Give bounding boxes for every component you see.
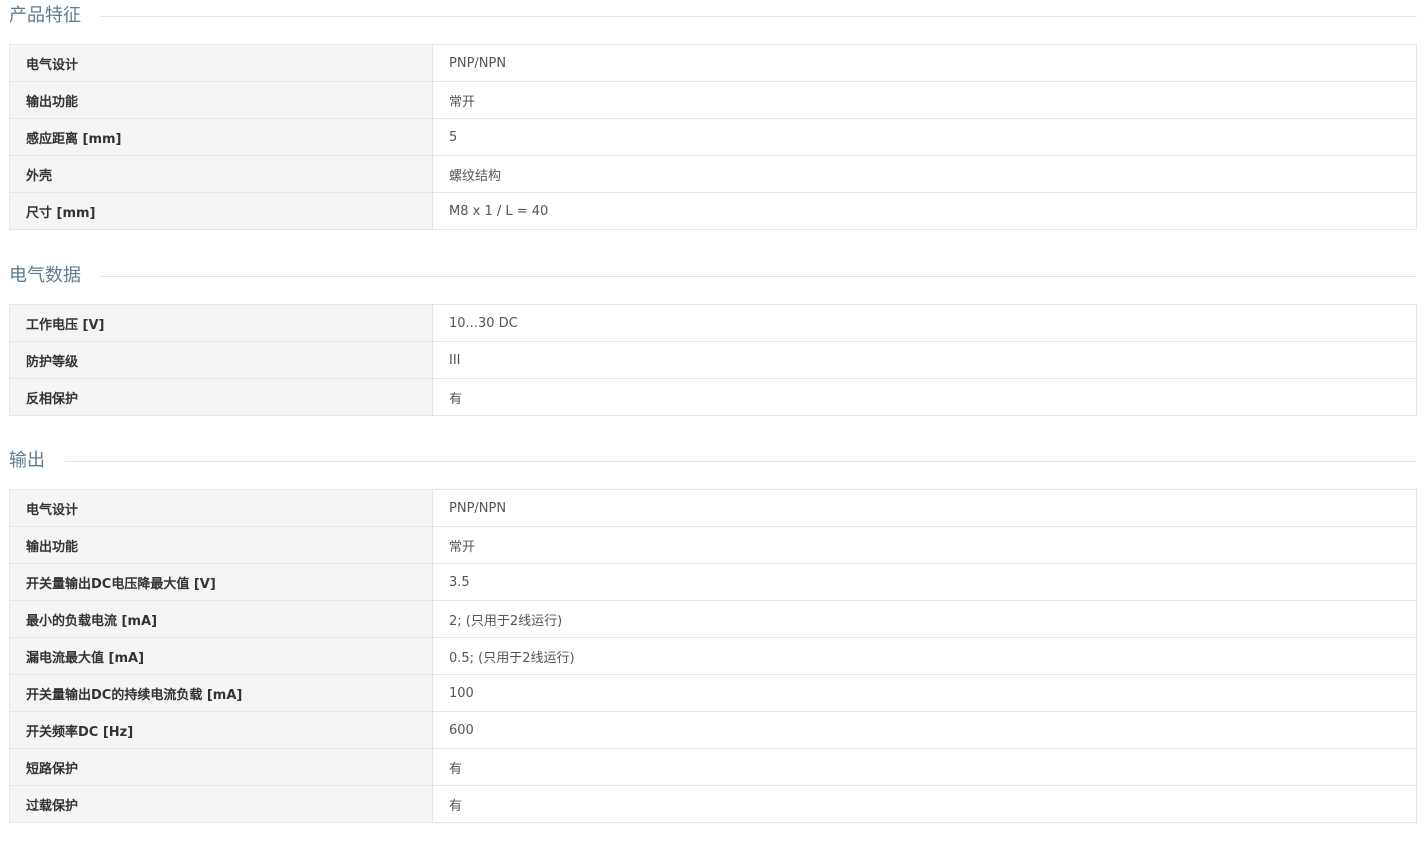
table-row: 电气设计 PNP/NPN xyxy=(9,44,1417,82)
spec-table: 电气设计 PNP/NPN 输出功能 常开 开关量输出DC电压降最大值 [V] 3… xyxy=(9,489,1417,823)
spec-value: 600 xyxy=(432,711,1417,749)
table-row: 开关频率DC [Hz] 600 xyxy=(9,711,1417,749)
spec-value: III xyxy=(432,341,1417,379)
table-row: 输出功能 常开 xyxy=(9,81,1417,119)
spec-table: 电气设计 PNP/NPN 输出功能 常开 感应距离 [mm] 5 外壳 螺纹结构… xyxy=(9,44,1417,230)
section-electrical-data: 电气数据 工作电压 [V] 10...30 DC 防护等级 III 反相保护 有 xyxy=(9,260,1417,416)
table-row: 电气设计 PNP/NPN xyxy=(9,489,1417,527)
section-divider xyxy=(9,16,1417,17)
spec-label: 尺寸 [mm] xyxy=(9,192,433,230)
spec-value: 2; (只用于2线运行) xyxy=(432,600,1417,638)
section-output: 输出 电气设计 PNP/NPN 输出功能 常开 开关量输出DC电压降最大值 [V… xyxy=(9,445,1417,823)
spec-label: 电气设计 xyxy=(9,489,433,527)
section-title: 输出 xyxy=(9,448,65,474)
spec-label: 输出功能 xyxy=(9,526,433,564)
spec-value: 螺纹结构 xyxy=(432,155,1417,193)
spec-label: 漏电流最大值 [mA] xyxy=(9,637,433,675)
section-header: 电气数据 xyxy=(9,260,1417,292)
spec-value: 有 xyxy=(432,785,1417,823)
section-product-features: 产品特征 电气设计 PNP/NPN 输出功能 常开 感应距离 [mm] 5 外壳… xyxy=(9,0,1417,230)
spec-label: 工作电压 [V] xyxy=(9,304,433,342)
spec-label: 短路保护 xyxy=(9,748,433,786)
section-divider xyxy=(9,461,1417,462)
spec-value: 10...30 DC xyxy=(432,304,1417,342)
spec-value: PNP/NPN xyxy=(432,489,1417,527)
spec-value: 5 xyxy=(432,118,1417,156)
spec-value: M8 x 1 / L = 40 xyxy=(432,192,1417,230)
table-row: 尺寸 [mm] M8 x 1 / L = 40 xyxy=(9,192,1417,230)
spec-label: 感应距离 [mm] xyxy=(9,118,433,156)
table-row: 外壳 螺纹结构 xyxy=(9,155,1417,193)
table-row: 漏电流最大值 [mA] 0.5; (只用于2线运行) xyxy=(9,637,1417,675)
spec-label: 外壳 xyxy=(9,155,433,193)
table-row: 短路保护 有 xyxy=(9,748,1417,786)
spec-value: 常开 xyxy=(432,81,1417,119)
spec-label: 开关频率DC [Hz] xyxy=(9,711,433,749)
spec-label: 最小的负载电流 [mA] xyxy=(9,600,433,638)
table-row: 最小的负载电流 [mA] 2; (只用于2线运行) xyxy=(9,600,1417,638)
spec-label: 开关量输出DC电压降最大值 [V] xyxy=(9,563,433,601)
spec-value: 有 xyxy=(432,748,1417,786)
spec-label: 防护等级 xyxy=(9,341,433,379)
table-row: 输出功能 常开 xyxy=(9,526,1417,564)
table-row: 反相保护 有 xyxy=(9,378,1417,416)
spec-value: 有 xyxy=(432,378,1417,416)
spec-label: 开关量输出DC的持续电流负载 [mA] xyxy=(9,674,433,712)
table-row: 开关量输出DC的持续电流负载 [mA] 100 xyxy=(9,674,1417,712)
table-row: 过载保护 有 xyxy=(9,785,1417,823)
table-row: 开关量输出DC电压降最大值 [V] 3.5 xyxy=(9,563,1417,601)
spec-label: 输出功能 xyxy=(9,81,433,119)
section-title: 产品特征 xyxy=(9,3,101,29)
table-row: 感应距离 [mm] 5 xyxy=(9,118,1417,156)
spec-label: 反相保护 xyxy=(9,378,433,416)
section-header: 产品特征 xyxy=(9,0,1417,32)
spec-label: 过载保护 xyxy=(9,785,433,823)
spec-label: 电气设计 xyxy=(9,44,433,82)
spec-value: 常开 xyxy=(432,526,1417,564)
spec-value: 3.5 xyxy=(432,563,1417,601)
table-row: 防护等级 III xyxy=(9,341,1417,379)
section-title: 电气数据 xyxy=(9,263,101,289)
section-header: 输出 xyxy=(9,445,1417,477)
table-row: 工作电压 [V] 10...30 DC xyxy=(9,304,1417,342)
spec-value: 0.5; (只用于2线运行) xyxy=(432,637,1417,675)
spec-value: PNP/NPN xyxy=(432,44,1417,82)
spec-table: 工作电压 [V] 10...30 DC 防护等级 III 反相保护 有 xyxy=(9,304,1417,416)
spec-value: 100 xyxy=(432,674,1417,712)
section-divider xyxy=(9,276,1417,277)
